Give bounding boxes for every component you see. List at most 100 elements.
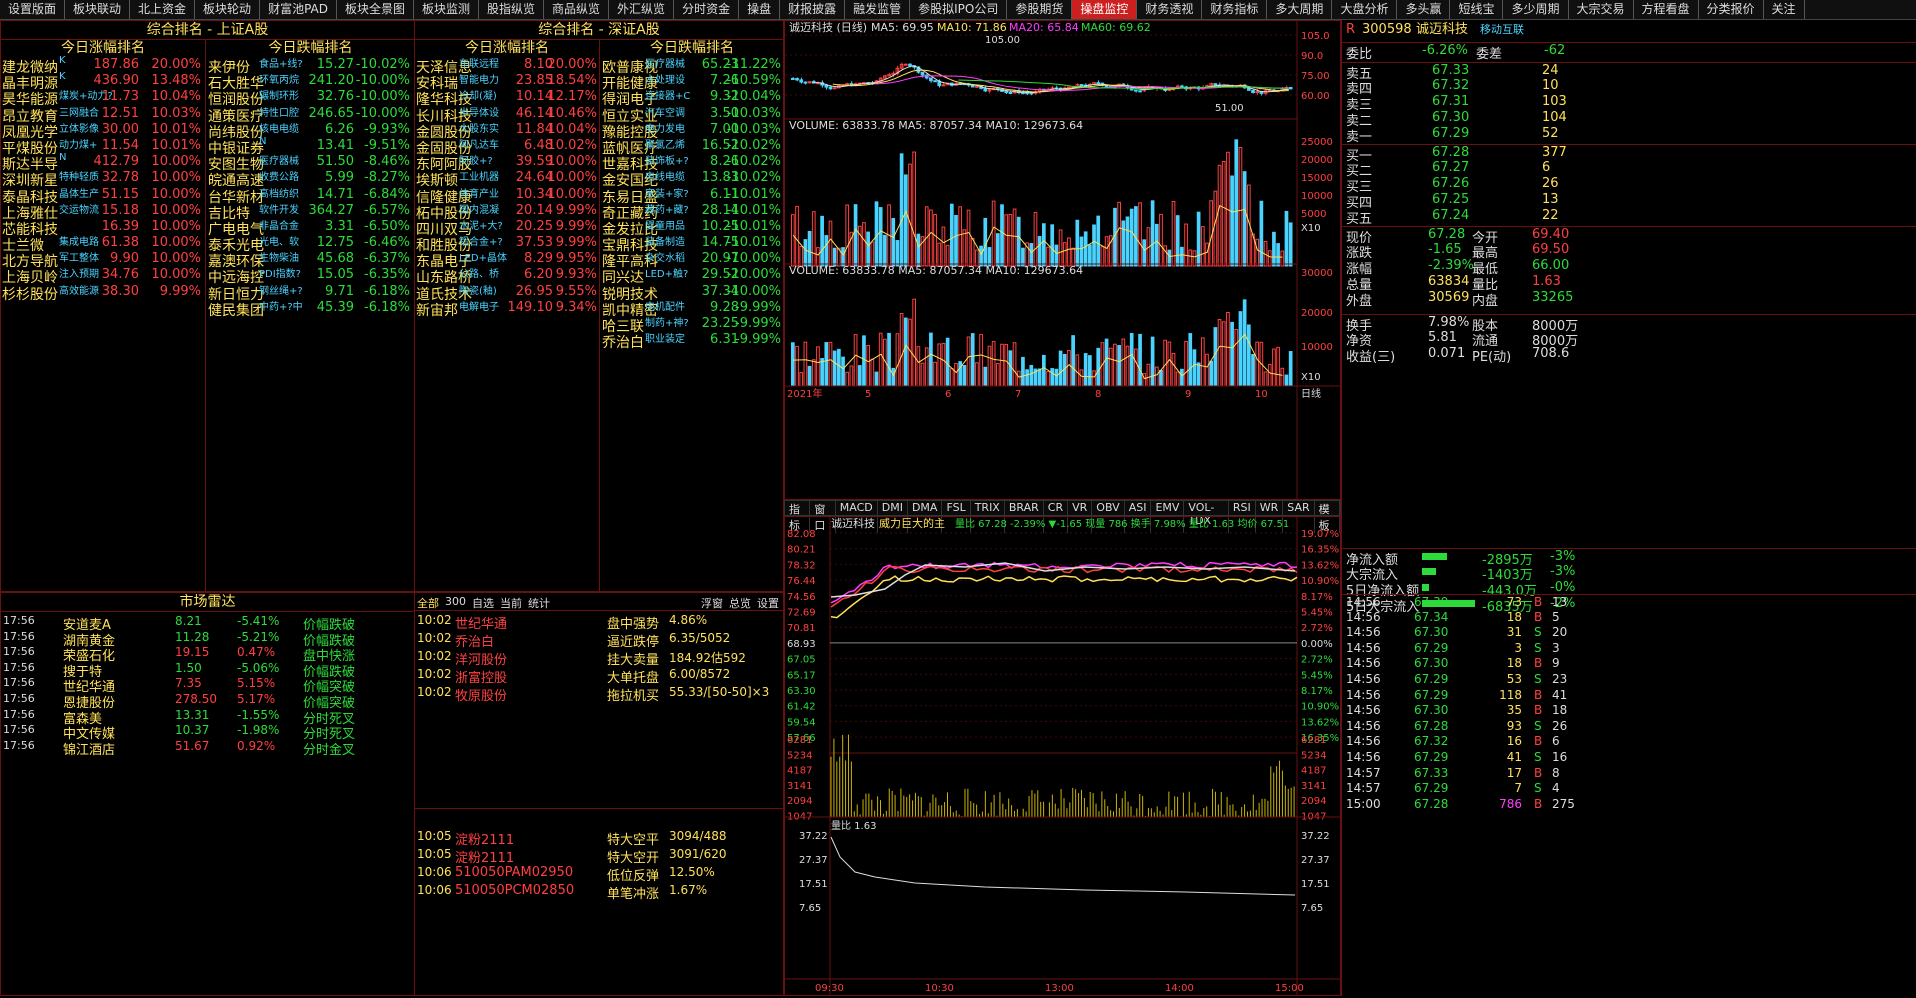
- ranking-row[interactable]: 广电电气 非晶合金 3.31 -6.50%: [207, 219, 414, 238]
- ranking-row[interactable]: 泰晶科技 晶体生产 51.15 10.00%: [1, 187, 205, 206]
- tick-row[interactable]: 14:56 67.30 35 B 18: [1342, 703, 1916, 718]
- ranking-row[interactable]: 北方导航 军工整体 9.90 10.00%: [1, 251, 205, 270]
- tab-13[interactable]: 融发监管: [845, 0, 911, 19]
- monitor-action-0[interactable]: 浮窗: [701, 595, 723, 611]
- monitor-action-2[interactable]: 设置: [757, 595, 779, 611]
- tab-18[interactable]: 财务指标: [1202, 0, 1268, 19]
- ranking-row[interactable]: 上海雅仕 交运物流 15.18 10.00%: [1, 203, 205, 222]
- tab-8[interactable]: 商品纵览: [544, 0, 610, 19]
- ranking-row[interactable]: 通策医疗 特性口腔 246.65 -10.00%: [207, 106, 414, 125]
- tick-row[interactable]: 14:56 67.28 93 S 26: [1342, 719, 1916, 734]
- ranking-row[interactable]: 东阿阿胶 阿胶+? 39.59 10.00%: [415, 154, 599, 173]
- monitor-tab-2[interactable]: 自选: [472, 595, 494, 611]
- tab-19[interactable]: 多大周期: [1267, 0, 1333, 19]
- ranking-row[interactable]: 金发拉比 婴童用品 10.25 -10.01%: [601, 219, 783, 238]
- ranking-row[interactable]: 凤凰光学 立体影像 30.00 10.01%: [1, 122, 205, 141]
- ranking-row[interactable]: 昊华能源 煤炭+动力? 11.73 10.04%: [1, 89, 205, 108]
- ranking-row[interactable]: 深圳新星 特种轻质 32.78 10.00%: [1, 170, 205, 189]
- ranking-row[interactable]: 嘉澳环保 生物柴油 45.68 -6.37%: [207, 251, 414, 270]
- period-label[interactable]: 日线: [1301, 387, 1321, 400]
- ranking-row[interactable]: 健民集团 中药+?中 45.39 -6.18%: [207, 300, 414, 319]
- tab-22[interactable]: 短线宝: [1450, 0, 1504, 19]
- ranking-row[interactable]: 信隆健康 体育产业 10.34 10.00%: [415, 187, 599, 206]
- ranking-row[interactable]: 山东路桥 公路、桥 6.20 9.93%: [415, 267, 599, 286]
- tick-row[interactable]: 14:56 67.29 118 B 41: [1342, 688, 1916, 703]
- tab-24[interactable]: 大宗交易: [1569, 0, 1634, 19]
- ranking-row[interactable]: 宝鼎科技 装备制造 14.75 -10.01%: [601, 235, 783, 254]
- ranking-row[interactable]: 来伊份 食品+线? 15.27 -10.02%: [207, 57, 414, 76]
- ranking-row[interactable]: 天泽信息 车联远程 8.10 20.00%: [415, 57, 599, 76]
- tab-16[interactable]: 操盘监控: [1072, 0, 1138, 19]
- ranking-row[interactable]: 中远海控 PDI指数? 15.05 -6.35%: [207, 267, 414, 286]
- ranking-row[interactable]: 柘中股份 国内混凝 20.14 9.99%: [415, 203, 599, 222]
- tab-21[interactable]: 多头赢: [1397, 0, 1451, 19]
- stat-row[interactable]: 外盘 30569 内盘 33265: [1342, 290, 1916, 309]
- ranking-row[interactable]: 尚纬股份 核电电缆 6.26 -9.93%: [207, 122, 414, 141]
- monitor-tab-0[interactable]: 全部: [417, 595, 439, 611]
- ranking-row[interactable]: 吉比特 软件开发 364.27 -6.57%: [207, 203, 414, 222]
- radar-row[interactable]: 17:56 恩捷股份 278.50 5.17% 价幅突破: [1, 692, 414, 711]
- ranking-row[interactable]: 建龙微纳 K 187.86 20.00%: [1, 55, 205, 76]
- ranking-row[interactable]: 和胜股份 铝合金+? 37.53 9.99%: [415, 235, 599, 254]
- tab-2[interactable]: 北上资金: [130, 0, 196, 19]
- radar-row[interactable]: 17:56 搜于特 1.50 -5.06% 价幅跌破: [1, 661, 414, 680]
- ranking-row[interactable]: 泰禾光电 光电、软 12.75 -6.46%: [207, 235, 414, 254]
- ranking-row[interactable]: 奇正藏药 藏药+藏? 28.14 -10.01%: [601, 203, 783, 222]
- tab-9[interactable]: 外汇纵览: [609, 0, 675, 19]
- ranking-row[interactable]: 锐明技术 37.34 -10.00%: [601, 284, 783, 303]
- monitor-tab-4[interactable]: 统计: [528, 595, 550, 611]
- radar-row[interactable]: 17:56 荣盛石化 19.15 0.47% 盘中快涨: [1, 645, 414, 664]
- tab-15[interactable]: 参股期货: [1007, 0, 1073, 19]
- flow-row[interactable]: 净流入额 -2895万 -3%: [1342, 548, 1916, 568]
- ranking-row[interactable]: 四川双马 水泥+大? 20.25 9.99%: [415, 219, 599, 238]
- tick-row[interactable]: 14:56 67.34 18 B 5: [1342, 610, 1916, 625]
- ranking-row[interactable]: 隆华科技 冷却(凝) 10.14 12.17%: [415, 89, 599, 108]
- tab-11[interactable]: 操盘: [739, 0, 781, 19]
- monitor-tab-3[interactable]: 当前: [500, 595, 522, 611]
- tab-6[interactable]: 板块监测: [414, 0, 480, 19]
- ranking-row[interactable]: 东晶电子 LED+晶体 8.29 9.95%: [415, 251, 599, 270]
- ranking-row[interactable]: 皖通高速 收费公路 5.99 -8.27%: [207, 170, 414, 189]
- tab-5[interactable]: 板块全景图: [337, 0, 414, 19]
- tab-12[interactable]: 财报披露: [780, 0, 846, 19]
- tick-row[interactable]: 14:57 67.33 17 B 8: [1342, 766, 1916, 781]
- radar-row[interactable]: 17:56 湖南黄金 11.28 -5.21% 价幅跌破: [1, 630, 414, 649]
- ranking-row[interactable]: 凯中精密 电机配件 9.28 -9.99%: [601, 300, 783, 319]
- monitor-row[interactable]: 10:06 510050PAM02950 低位反弹 12.50%: [417, 865, 781, 884]
- webi-row[interactable]: 委比 -6.26% 委差 -62: [1342, 42, 1916, 62]
- monitor-row[interactable]: 10:05 淀粉2111 特大空开 3091/620: [417, 847, 781, 866]
- tab-20[interactable]: 大盘分析: [1332, 0, 1398, 19]
- ranking-row[interactable]: 豫能控股 电力发电 7.00 -10.03%: [601, 122, 783, 141]
- monitor-row[interactable]: 10:02 牧原股份 拖拉机买 55.33/[50-50]×3: [417, 685, 781, 704]
- monitor-row[interactable]: 10:02 乔治白 逼近跌停 6.35/5052: [417, 631, 781, 650]
- tab-27[interactable]: 关注: [1764, 0, 1805, 19]
- ranking-row[interactable]: 得润电子 连接器+C 9.32 -10.04%: [601, 89, 783, 108]
- ranking-row[interactable]: 道氏技术 陶瓷(釉) 26.95 9.55%: [415, 284, 599, 303]
- tab-7[interactable]: 股指纵览: [479, 0, 545, 19]
- tab-23[interactable]: 多少周期: [1503, 0, 1569, 19]
- monitor-row[interactable]: 10:06 510050PCM02850 单笔冲涨 1.67%: [417, 883, 781, 902]
- tick-row[interactable]: 14:56 67.30 18 B 9: [1342, 656, 1916, 671]
- tick-row[interactable]: 15:00 67.28 786 B 275: [1342, 797, 1916, 812]
- ranking-row[interactable]: 台华新材 高档纺织 14.71 -6.84%: [207, 187, 414, 206]
- tick-row[interactable]: 14:56 67.30 31 S 20: [1342, 625, 1916, 640]
- info-row[interactable]: 收益(三) 0.071 PE(动) 708.6: [1342, 346, 1916, 365]
- tab-4[interactable]: 财富池PAD: [260, 0, 337, 19]
- tab-3[interactable]: 板块轮动: [195, 0, 261, 19]
- radar-row[interactable]: 17:56 富森美 13.31 -1.55% 分时死叉: [1, 708, 414, 727]
- ranking-row[interactable]: 隆平高科 杂交水稻 20.97 -10.00%: [601, 251, 783, 270]
- ranking-row[interactable]: 中银证券 N 13.41 -9.51%: [207, 136, 414, 157]
- monitor-tab-1[interactable]: 300: [445, 595, 466, 611]
- ranking-row[interactable]: 芯能科技 16.39 10.00%: [1, 219, 205, 238]
- ranking-row[interactable]: 开能健康 水处理设 7.26 -10.59%: [601, 73, 783, 92]
- ranking-row[interactable]: 世嘉科技 装饰板+? 8.26 -10.02%: [601, 154, 783, 173]
- monitor-row[interactable]: 10:02 浙富控股 大单托盘 6.00/8572: [417, 667, 781, 686]
- ranking-row[interactable]: 同兴达 LED+触? 29.52 -10.00%: [601, 267, 783, 286]
- tick-row[interactable]: 14:56 67.39 73 B 13: [1342, 594, 1916, 610]
- ranking-row[interactable]: 斯达半导 N 412.79 10.00%: [1, 152, 205, 173]
- ask-row[interactable]: 卖一 67.29 52: [1342, 126, 1916, 145]
- monitor-row[interactable]: 10:02 洋河股份 挂大卖量 184.92估592: [417, 649, 781, 668]
- ranking-row[interactable]: 安科瑞 智能电力 23.85 18.54%: [415, 73, 599, 92]
- tab-26[interactable]: 分类报价: [1699, 0, 1764, 19]
- ranking-row[interactable]: 安图生物 医疗器械 51.50 -8.46%: [207, 154, 414, 173]
